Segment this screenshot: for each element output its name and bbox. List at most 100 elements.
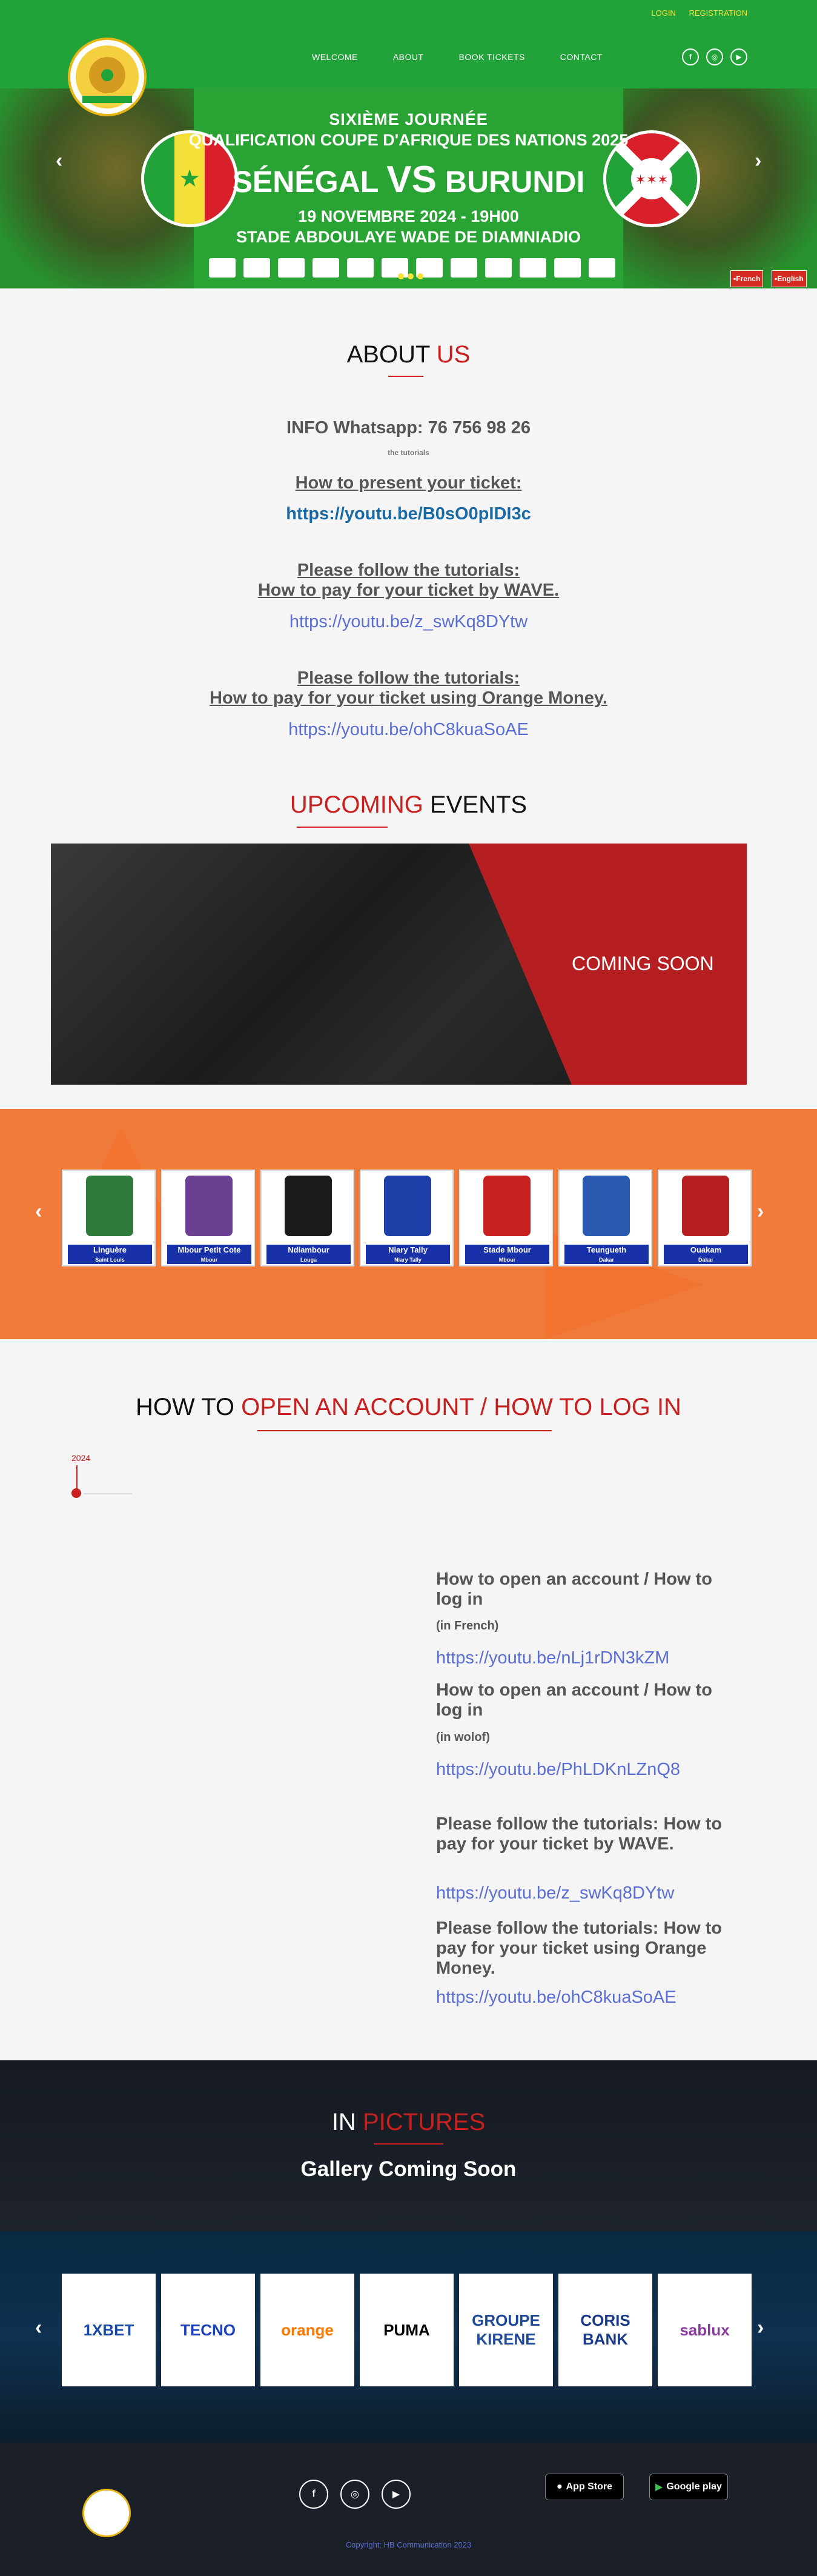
howto-underline — [257, 1430, 552, 1431]
copyright: Copyright: HB Communication 2023 — [345, 2540, 472, 2549]
team-1: SÉNÉGAL — [232, 165, 379, 199]
nav-book-tickets[interactable]: BOOK TICKETS — [459, 52, 525, 62]
lang-english-button[interactable]: ▪ English — [772, 270, 807, 287]
app-store-button[interactable]: ● App Store — [545, 2474, 624, 2500]
nav-welcome[interactable]: WELCOME — [312, 52, 358, 62]
youtube-icon[interactable]: ▶ — [382, 2480, 411, 2509]
wave-link[interactable]: https://youtu.be/z_swKq8DYtw — [0, 612, 817, 632]
partner-logo[interactable]: GROUPE KIRENE — [459, 2274, 553, 2386]
howto-heading-3: Please follow the tutorials: How to pay … — [436, 1814, 723, 1854]
hero-line-2: QUALIFICATION COUPE D'AFRIQUE DES NATION… — [188, 131, 629, 149]
present-ticket-link[interactable]: https://youtu.be/B0sO0pIDI3c — [0, 504, 817, 524]
partners-carousel: ‹ › 1XBET TECNO orange PUMA GROUPE KIRENE COR… — [0, 2231, 817, 2443]
partner-name: 1XBET — [83, 2320, 134, 2339]
pictures-underline — [374, 2143, 443, 2145]
lang-french-label: French — [736, 275, 761, 283]
howto-link-4[interactable]: https://youtu.be/ohC8kuaSoAE — [436, 1988, 676, 2008]
pictures-title: IN PICTURES — [0, 2109, 817, 2136]
event-card[interactable]: COMING SOON — [51, 844, 747, 1085]
howto-heading-4: Please follow the tutorials: How to pay … — [436, 1919, 723, 1978]
play-icon: ▶ — [655, 2482, 663, 2492]
club-crest-icon — [583, 1176, 630, 1236]
wave-heading-1: Please follow the tutorials: — [297, 561, 520, 580]
orange-heading-2: How to pay for your ticket using Orange … — [210, 688, 607, 708]
lang-english-label: English — [777, 275, 804, 283]
club-card[interactable]: Ndiambour Louga — [260, 1170, 354, 1266]
clubs-prev-arrow[interactable]: ‹ — [35, 1200, 42, 1223]
timeline-dot[interactable] — [71, 1488, 81, 1498]
partner-name: PUMA — [383, 2320, 430, 2339]
carousel-dot[interactable] — [408, 273, 414, 279]
carousel-dot[interactable] — [398, 273, 404, 279]
app-store-label: App Store — [566, 2481, 613, 2492]
youtube-icon[interactable]: ▶ — [730, 48, 747, 65]
club-city: Mbour — [167, 1256, 251, 1264]
sponsor-thumb — [451, 258, 477, 278]
carousel-dot[interactable] — [417, 273, 423, 279]
nav-contact[interactable]: CONTACT — [560, 52, 603, 62]
club-name: Linguère — [68, 1245, 152, 1256]
hero-next-arrow[interactable]: › — [755, 149, 761, 173]
timeline-year: 2024 — [71, 1453, 91, 1463]
partner-logo[interactable]: sablux — [658, 2274, 752, 2386]
main-nav: WELCOME ABOUT BOOK TICKETS CONTACT — [312, 52, 603, 62]
partner-name: TECNO — [180, 2320, 236, 2339]
sponsor-thumb — [313, 258, 339, 278]
howto-heading-2: How to open an account / How to log in — [436, 1680, 712, 1720]
club-crest-icon — [185, 1176, 233, 1236]
club-city: Saint Louis — [68, 1256, 152, 1264]
club-city: Dakar — [664, 1256, 748, 1264]
partners-next-arrow[interactable]: › — [757, 2316, 764, 2340]
footer-logo[interactable] — [82, 2489, 131, 2537]
facebook-icon[interactable]: f — [682, 48, 699, 65]
howto-link-3[interactable]: https://youtu.be/z_swKq8DYtw — [436, 1883, 674, 1903]
instagram-icon[interactable]: ◎ — [706, 48, 723, 65]
clubs-next-arrow[interactable]: › — [757, 1200, 764, 1223]
facebook-icon[interactable]: f — [299, 2480, 328, 2509]
club-card[interactable]: Ouakam Dakar — [658, 1170, 752, 1266]
carousel-dots — [398, 273, 423, 279]
howto-title: HOW TO OPEN AN ACCOUNT / HOW TO LOG IN — [0, 1394, 817, 1421]
club-card[interactable]: Linguère Saint Louis — [62, 1170, 156, 1266]
club-card[interactable]: Teungueth Dakar — [558, 1170, 652, 1266]
about-title-a: ABOUT — [346, 341, 437, 368]
instagram-icon[interactable]: ◎ — [340, 2480, 369, 2509]
sponsor-thumb — [589, 258, 615, 278]
partner-logo[interactable]: PUMA — [360, 2274, 454, 2386]
partners-prev-arrow[interactable]: ‹ — [35, 2316, 42, 2340]
howto-sub-1: (in French) — [436, 1619, 499, 1632]
lang-french-button[interactable]: ▪ French — [730, 270, 764, 287]
club-card[interactable]: Stade Mbour Mbour — [459, 1170, 553, 1266]
partner-logo[interactable]: TECNO — [161, 2274, 255, 2386]
howto-link-2[interactable]: https://youtu.be/PhLDKnLZnQ8 — [436, 1760, 680, 1780]
sponsor-thumb — [554, 258, 581, 278]
howto-link-1[interactable]: https://youtu.be/nLj1rDN3kZM — [436, 1648, 669, 1668]
partner-name: CORIS BANK — [580, 2311, 630, 2348]
hero-matchup: SÉNÉGAL VS BURUNDI — [0, 158, 817, 201]
orange-link[interactable]: https://youtu.be/ohC8kuaSoAE — [0, 720, 817, 740]
pictures-title-b: PICTURES — [362, 2109, 486, 2135]
club-name: Teungueth — [564, 1245, 649, 1256]
hero-datetime: 19 NOVEMBRE 2024 - 19H00 — [298, 207, 519, 225]
club-name: Ouakam — [664, 1245, 748, 1256]
club-card[interactable]: Niary Tally Niary Tally — [360, 1170, 454, 1266]
hero-prev-arrow[interactable]: ‹ — [56, 149, 62, 173]
partner-logo[interactable]: CORIS BANK — [558, 2274, 652, 2386]
partner-logo[interactable]: 1XBET — [62, 2274, 156, 2386]
partner-name: orange — [281, 2320, 334, 2339]
upcoming-title: UPCOMING EVENTS — [0, 791, 817, 819]
club-name: Stade Mbour — [465, 1245, 549, 1256]
login-link[interactable]: LOGIN — [651, 8, 675, 18]
fsf-logo[interactable] — [68, 38, 147, 116]
hero-banner: ★ ✶✶✶ SIXIÈME JOURNÉE QUALIFICATION COUP… — [0, 88, 817, 288]
upcoming-title-b: EVENTS — [423, 791, 528, 818]
partner-logo[interactable]: orange — [260, 2274, 354, 2386]
gallery-coming-soon: Gallery Coming Soon — [300, 2157, 517, 2181]
nav-about[interactable]: ABOUT — [393, 52, 424, 62]
google-play-button[interactable]: ▶ Google play — [649, 2474, 728, 2500]
club-crest-icon — [86, 1176, 133, 1236]
about-title: ABOUT US — [0, 341, 817, 368]
sponsor-thumb — [278, 258, 305, 278]
club-card[interactable]: Mbour Petit Cote Mbour — [161, 1170, 255, 1266]
registration-link[interactable]: REGISTRATION — [689, 8, 747, 18]
